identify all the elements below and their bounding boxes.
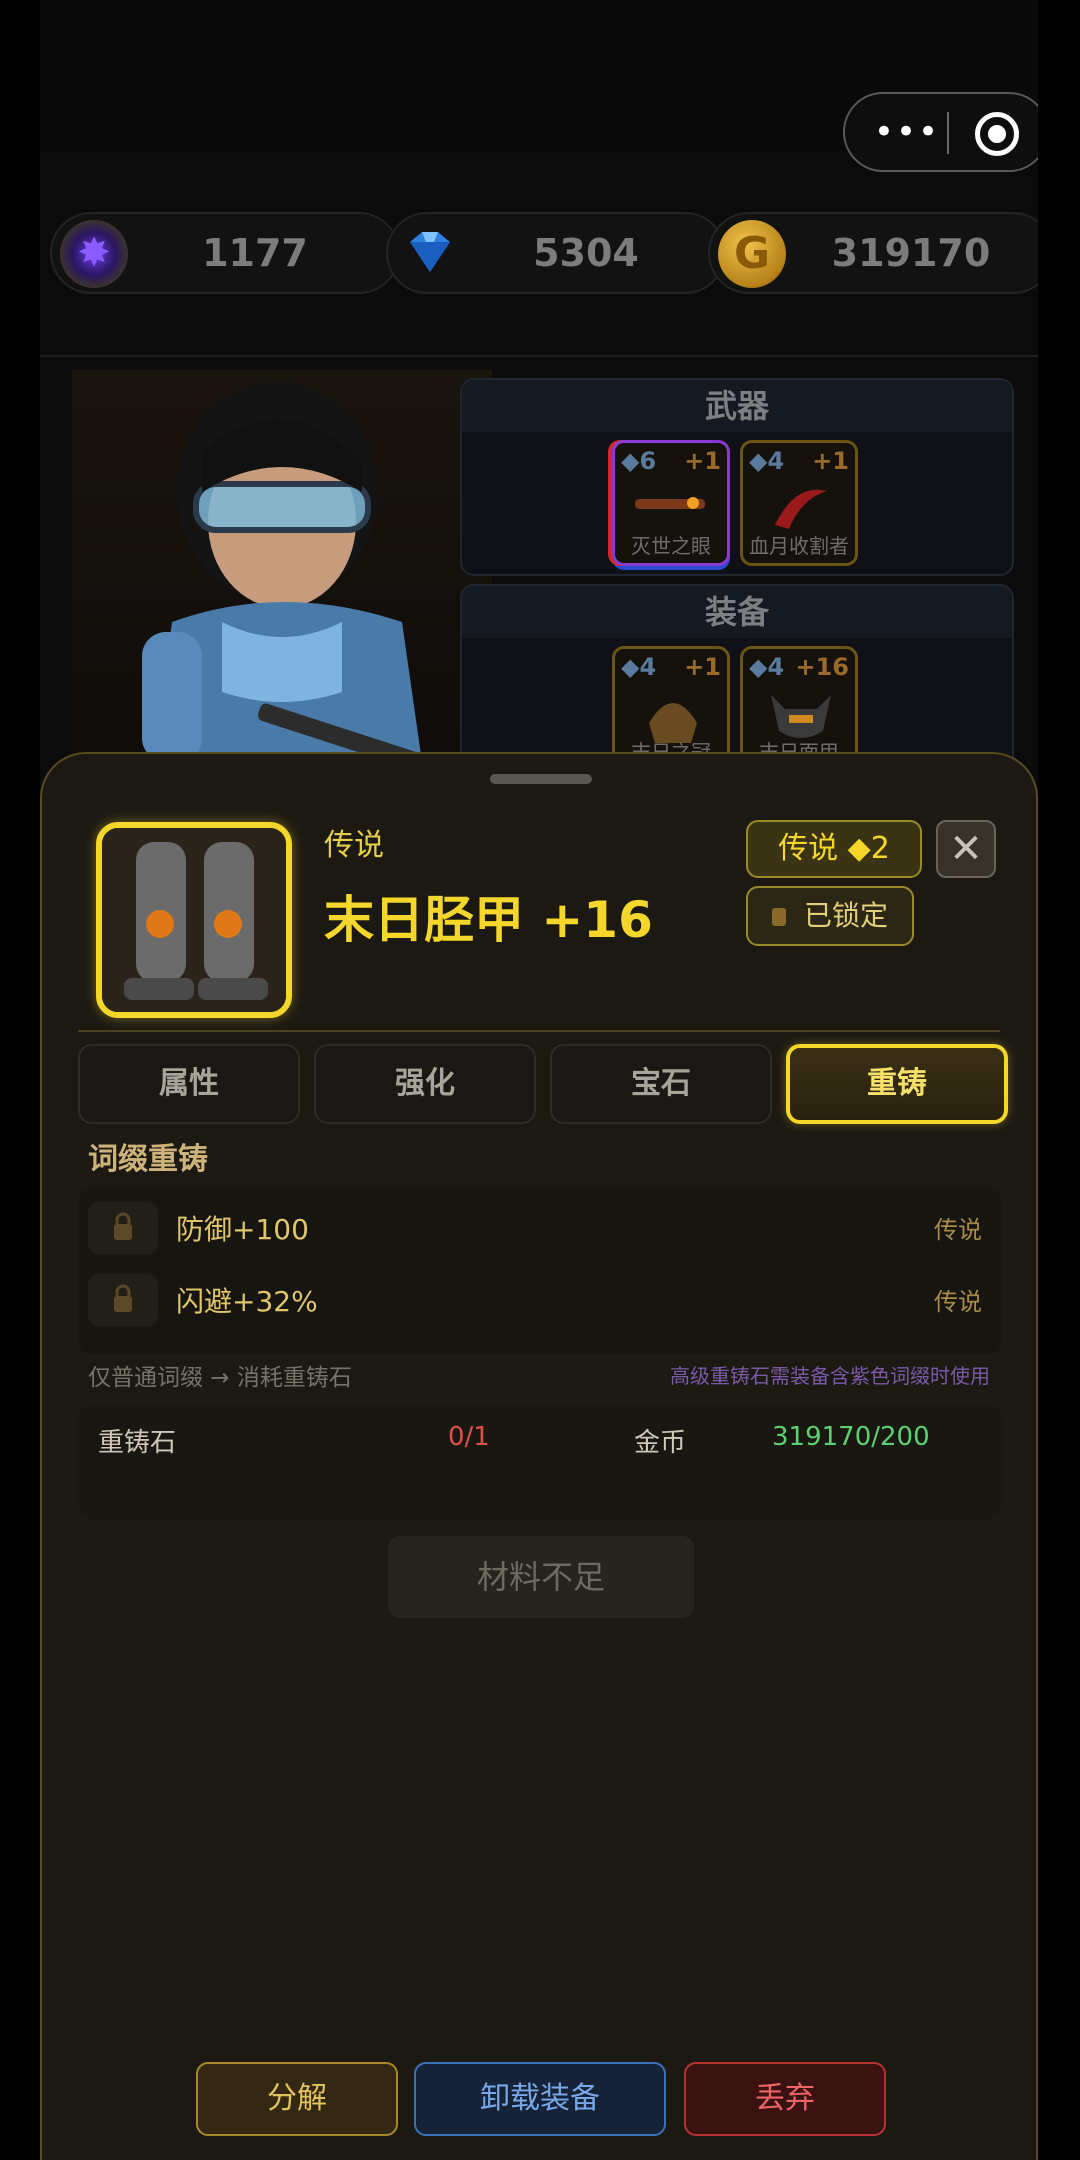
tab-gems[interactable]: 宝石 [550, 1044, 772, 1124]
item-detail-sheet: 传说 末日胫甲 +16 传说 ◆2 ✕ 已锁定 属性 强化 宝石 重铸 词缀重铸… [40, 752, 1038, 2160]
affix-text: 闪避+32% [176, 1285, 318, 1318]
resource-orb: 1177 [50, 212, 400, 294]
tab-enhance[interactable]: 强化 [314, 1044, 536, 1124]
lock-toggle[interactable]: 已锁定 [746, 886, 914, 946]
decompose-button[interactable]: 分解 [196, 2062, 398, 2136]
discard-button[interactable]: 丢弃 [684, 2062, 886, 2136]
item-title: 末日胫甲 +16 [324, 891, 653, 949]
capsule-divider [947, 112, 949, 154]
item-thumbnail [96, 822, 292, 1018]
affix-lock-button[interactable] [88, 1274, 158, 1326]
reforge-button[interactable]: 材料不足 [388, 1536, 694, 1618]
hint-normal-affix: 仅普通词缀 → 消耗重铸石 [88, 1365, 352, 1391]
weapon-2-plus: +1 [812, 447, 849, 475]
weapon-1-plus: +1 [684, 447, 721, 475]
weapon-slot-2[interactable]: ◆4 +1 血月收割者 [740, 440, 858, 566]
scythe-icon [775, 489, 827, 529]
gear-2-level: ◆4 [749, 653, 785, 681]
weapon-2-name: 血月收割者 [749, 534, 849, 558]
rarity-badge: 传说 ◆2 [746, 820, 922, 878]
weapon-slot-1[interactable]: ◆6 +1 灭世之眼 [612, 440, 730, 566]
affix-rarity: 传说 [934, 1216, 982, 1244]
mini-program-capsule: ••• [843, 92, 1038, 172]
lock-status: 已锁定 [803, 899, 888, 932]
affix-text: 防御+100 [176, 1213, 309, 1246]
header-divider [40, 355, 1038, 357]
affix-list: 防御+100 传说 闪避+32% 传说 [78, 1188, 1002, 1354]
lock-icon [112, 1284, 134, 1314]
gear-panel: 装备 [460, 584, 1014, 774]
drag-handle[interactable] [490, 774, 592, 784]
affix-lock-button[interactable] [88, 1202, 158, 1254]
gold-label: 金币 [634, 1428, 687, 1458]
cost-panel: 重铸石 0/1 金币 319170/200 [78, 1404, 1002, 1518]
section-title: 词缀重铸 [88, 1142, 208, 1177]
gear-2-plus: +16 [795, 653, 849, 681]
game-screen: ••• 1177 5304 319170 [40, 0, 1038, 2160]
affix-row[interactable]: 防御+100 传说 [78, 1200, 1002, 1260]
stone-label: 重铸石 [98, 1428, 177, 1458]
resource-diamond-value: 5304 [533, 231, 639, 275]
rarity-label: 传说 [324, 828, 384, 863]
tab-attributes[interactable]: 属性 [78, 1044, 300, 1124]
close-button[interactable]: ✕ [936, 820, 996, 878]
lock-icon [771, 908, 786, 926]
target-icon[interactable] [975, 112, 1019, 156]
greaves-icon [102, 828, 286, 1012]
unequip-button[interactable]: 卸载装备 [414, 2062, 666, 2136]
weapon-1-name: 灭世之眼 [631, 534, 711, 558]
purple-orb-icon [60, 220, 128, 288]
tab-reforge[interactable]: 重铸 [786, 1044, 1008, 1124]
gold-coin-icon [718, 220, 786, 288]
weapon-1-level: ◆6 [621, 447, 657, 475]
diamond-icon [396, 220, 464, 288]
resource-gold-value: 319170 [831, 231, 991, 275]
weapons-title: 武器 [462, 380, 1012, 432]
affix-rarity: 传说 [934, 1288, 982, 1316]
resource-diamond: 5304 [386, 212, 726, 294]
weapon-2-level: ◆4 [749, 447, 785, 475]
more-button[interactable]: ••• [867, 104, 947, 160]
affix-row[interactable]: 闪避+32% 传说 [78, 1272, 1002, 1332]
lock-icon [112, 1212, 134, 1242]
gold-value: 319170/200 [772, 1422, 930, 1452]
resource-orb-value: 1177 [202, 231, 308, 275]
weapons-panel: 武器 [460, 378, 1014, 576]
gear-1-level: ◆4 [621, 653, 657, 681]
gear-title: 装备 [462, 586, 1012, 638]
hero-portrait [112, 372, 462, 780]
gear-1-plus: +1 [684, 653, 721, 681]
resource-gold: 319170 [708, 212, 1038, 294]
rifle-icon [635, 497, 705, 509]
header-separator [78, 1030, 1000, 1032]
hint-advanced-stone: 高级重铸石需装备含紫色词缀时使用 [670, 1364, 990, 1388]
stone-value: 0/1 [448, 1422, 490, 1452]
